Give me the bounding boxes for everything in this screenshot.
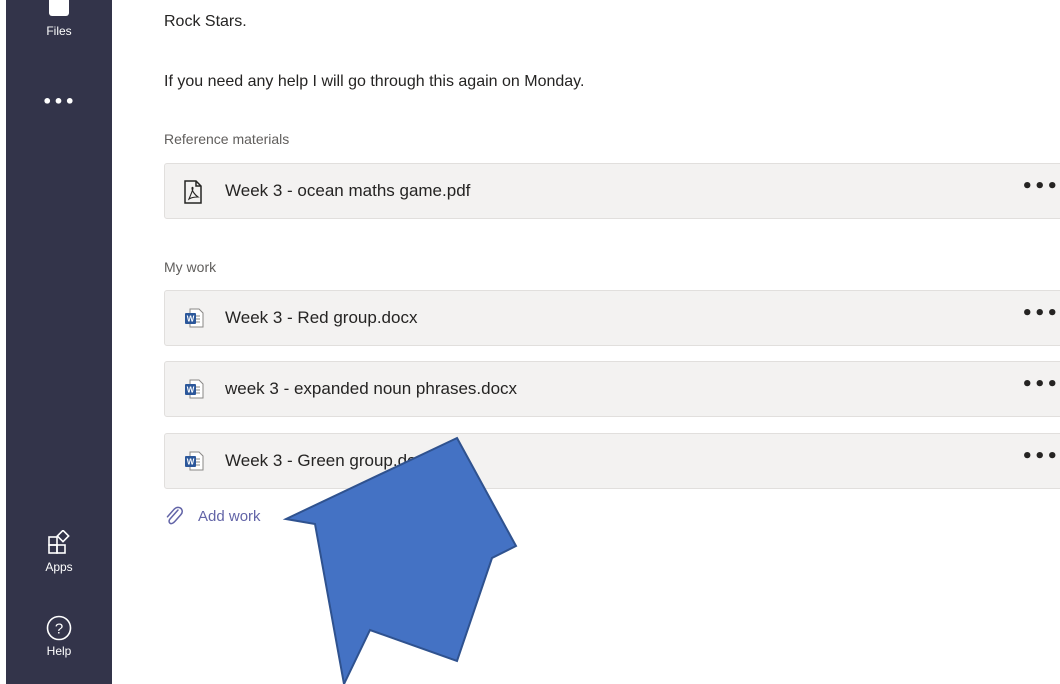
- arrow-shape: [282, 436, 518, 684]
- annotation-arrow: [282, 436, 518, 684]
